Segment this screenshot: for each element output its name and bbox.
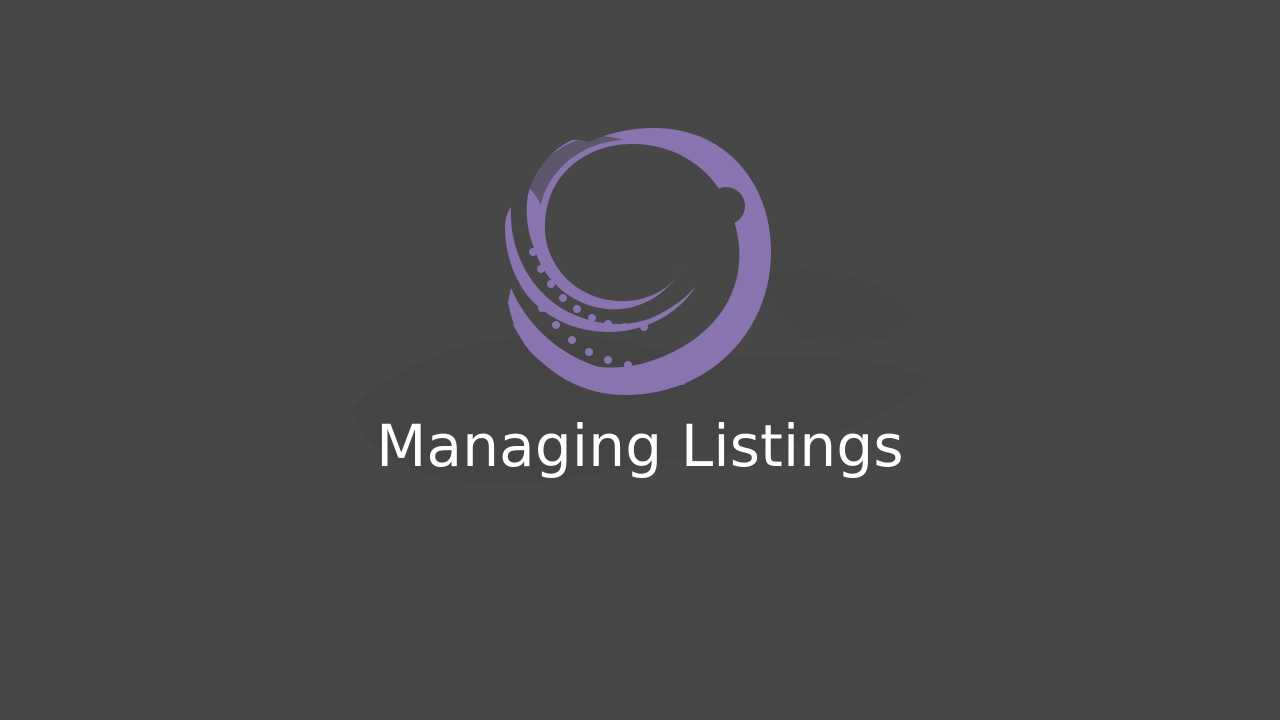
octopus-eye-icon [707, 187, 745, 225]
octopus-logo-icon [505, 128, 771, 395]
page-title: Managing Listings [376, 412, 904, 480]
title-card: Managing Listings [0, 0, 1280, 720]
